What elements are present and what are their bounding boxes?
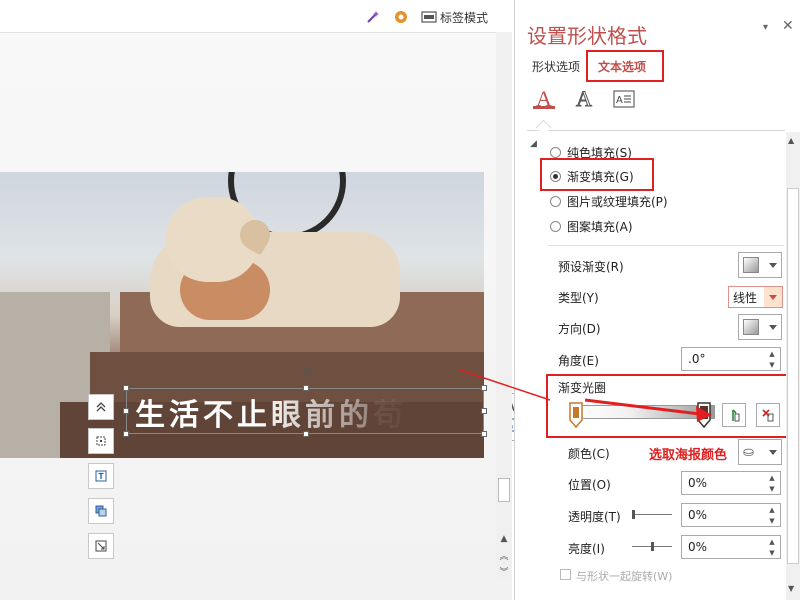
page-up-icon[interactable]: ︽ bbox=[496, 550, 512, 564]
paint-bucket-icon: ⛀ bbox=[743, 444, 754, 460]
direction-label: 方向(D) bbox=[558, 322, 601, 336]
brightness-label: 亮度(I) bbox=[568, 542, 605, 556]
spin-arrows-icon: ▲ ▼ bbox=[769, 474, 775, 493]
transparency-input[interactable]: 0% ▲ ▼ bbox=[681, 503, 781, 527]
brightness-input[interactable]: 0% ▲ ▼ bbox=[681, 535, 781, 559]
preset-gradient-label: 预设渐变(R) bbox=[558, 260, 624, 274]
panel-title: 设置形状格式 bbox=[527, 24, 647, 48]
gradient-stop-right[interactable] bbox=[696, 402, 712, 431]
label-mode-icon[interactable] bbox=[420, 8, 438, 26]
transparency-label: 透明度(T) bbox=[568, 510, 621, 524]
angle-label: 角度(E) bbox=[558, 354, 599, 368]
settings-gear-icon[interactable] bbox=[392, 8, 410, 26]
remove-gradient-stop-button[interactable] bbox=[756, 403, 780, 427]
spin-arrows-icon: ▲ ▼ bbox=[769, 538, 775, 557]
rotate-with-shape-label: 与形状一起旋转(W) bbox=[576, 570, 673, 583]
preset-gradient-button[interactable] bbox=[738, 252, 782, 278]
radio-picture-texture-fill[interactable]: 图片或纹理填充(P) bbox=[550, 192, 668, 210]
add-gradient-stop-button[interactable] bbox=[722, 403, 746, 427]
gradient-stop-left[interactable] bbox=[568, 402, 584, 431]
text-box-selection[interactable] bbox=[123, 385, 487, 437]
panel-scroll-down-icon[interactable]: ▼ bbox=[788, 584, 794, 593]
panel-options-dropdown-icon[interactable]: ▾ bbox=[763, 22, 768, 33]
spin-arrows-icon: ▲ ▼ bbox=[769, 350, 775, 369]
editor-scroll-thumb[interactable] bbox=[498, 478, 510, 502]
radio-pattern-fill[interactable]: 图案填充(A) bbox=[550, 217, 633, 235]
label-mode-text[interactable]: 标签模式 bbox=[440, 9, 488, 26]
tab-shape-options[interactable]: 形状选项 bbox=[532, 58, 580, 75]
color-picker-button[interactable]: ⛀ bbox=[738, 439, 782, 465]
close-icon[interactable]: ✕ bbox=[782, 18, 794, 34]
text-box-layout-icon[interactable]: A bbox=[611, 86, 637, 112]
chevron-down-icon bbox=[769, 324, 777, 330]
position-input[interactable]: 0% ▲ ▼ bbox=[681, 471, 781, 495]
svg-text:A: A bbox=[616, 95, 623, 106]
type-label: 类型(Y) bbox=[558, 291, 599, 305]
position-label: 位置(O) bbox=[568, 478, 611, 492]
color-label: 颜色(C) bbox=[568, 447, 610, 461]
gradient-stops-bar[interactable] bbox=[575, 405, 715, 419]
spin-arrows-icon: ▲ ▼ bbox=[769, 506, 775, 525]
layout-options-icon[interactable] bbox=[88, 428, 114, 454]
chevron-down-icon[interactable] bbox=[764, 287, 782, 307]
magic-wand-icon[interactable] bbox=[364, 8, 382, 26]
gradient-type-value: 线性 bbox=[733, 291, 758, 305]
highlight-box-tab bbox=[586, 50, 664, 82]
angle-input[interactable]: .0° ▲ ▼ bbox=[681, 347, 781, 371]
scroll-up-icon[interactable]: ▲ bbox=[496, 532, 512, 546]
shape-fill-icon[interactable] bbox=[88, 498, 114, 524]
rotate-handle[interactable]: ↻ bbox=[300, 366, 314, 380]
transparency-slider-knob[interactable] bbox=[632, 510, 635, 519]
brightness-slider-knob[interactable] bbox=[651, 542, 654, 551]
resize-icon[interactable] bbox=[88, 533, 114, 559]
page-down-icon[interactable]: ︾ bbox=[496, 566, 512, 580]
panel-scroll-thumb[interactable] bbox=[787, 188, 799, 564]
direction-button[interactable] bbox=[738, 314, 782, 340]
chevron-down-icon bbox=[769, 449, 777, 455]
panel-scroll-up-icon[interactable]: ▲ bbox=[788, 136, 794, 145]
chevron-down-icon bbox=[769, 262, 777, 268]
text-box-icon[interactable] bbox=[88, 463, 114, 489]
rotate-with-shape-checkbox[interactable] bbox=[560, 569, 571, 580]
text-outline-icon[interactable]: A bbox=[571, 86, 597, 112]
collapse-section-icon[interactable]: ◢ bbox=[530, 139, 537, 149]
collapse-up-icon[interactable] bbox=[88, 394, 114, 420]
pick-poster-color-annotation: 选取海报颜色 bbox=[649, 448, 728, 463]
transparency-slider[interactable] bbox=[632, 514, 672, 515]
highlight-box-gradient-fill bbox=[540, 158, 654, 191]
